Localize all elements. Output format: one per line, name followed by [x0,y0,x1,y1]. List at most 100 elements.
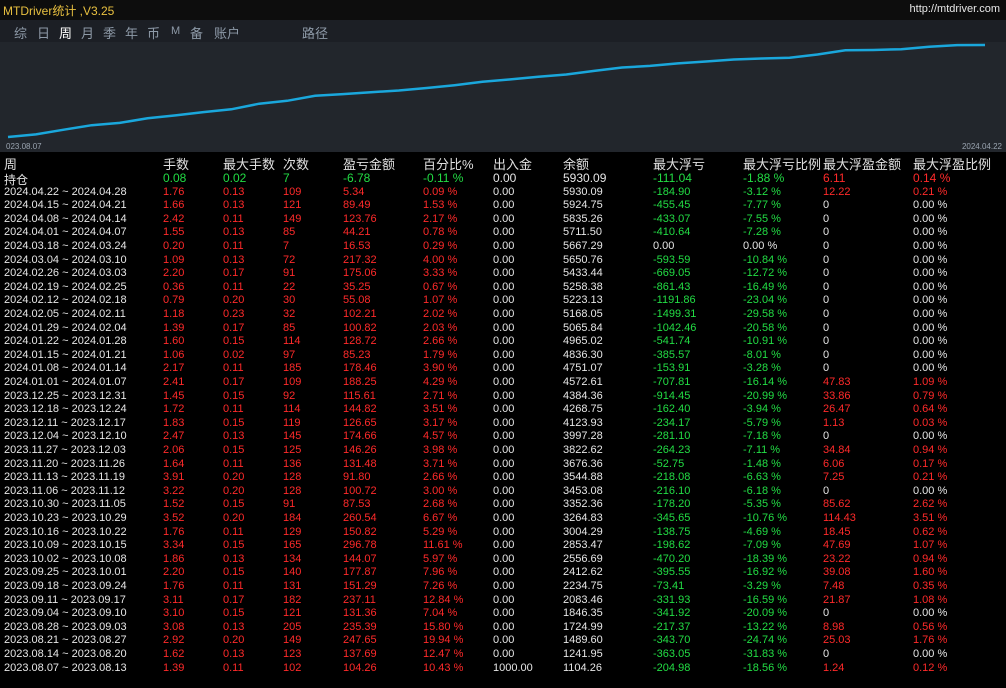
cell-max-dd: -204.98 [653,661,691,674]
cell-pnl: 89.49 [343,199,371,212]
cell-pct: 2.68 % [423,498,458,511]
cell-max-lots: 0.15 [223,607,245,620]
cell-max-fp: 47.69 [823,539,851,552]
tab-currency[interactable]: 币 [147,23,160,42]
cell-count: 128 [283,484,302,497]
cell-max-dd-pct: -1.48 % [743,457,781,470]
cell-flow: 0.00 [493,239,515,252]
tab-path[interactable]: 路径 [302,23,328,42]
period-tab-bar: 综 日 周 月 季 年 币 M 备 账户 路径 [0,20,1006,42]
cell-count: 131 [283,579,302,592]
cell-pnl: 144.07 [343,552,377,565]
cell-pnl: 177.87 [343,566,377,579]
cell-flow: 0.00 [493,348,515,361]
cell-flow: 0.00 [493,212,515,225]
cell-pct: 3.33 % [423,267,458,280]
cell-max-lots: 0.02 [223,171,247,185]
cell-lots: 1.55 [163,226,185,239]
cell-max-fp: 23.22 [823,552,851,565]
cell-max-fp: 0 [823,348,830,361]
cell-max-dd: -1191.86 [653,294,696,307]
cell-max-fp: 0 [823,280,830,293]
cell-pnl: 35.25 [343,280,371,293]
cell-lots: 2.20 [163,267,185,280]
cell-pct: 1.07 % [423,294,458,307]
tab-weekly[interactable]: 周 [59,23,72,42]
tab-m[interactable]: M [171,25,180,37]
cell-flow: 0.00 [493,362,515,375]
cell-max-dd-pct: -1.88 % [743,171,785,185]
cell-balance: 4751.07 [563,362,603,375]
x-end-label: 2024.04.22 [962,142,1003,151]
table-row-holding: 持仓 0.08 0.02 7 -6.78 -0.11 % 0.00 5930.09 -111.0… [0,171,1006,187]
cell-balance: 5065.84 [563,321,603,334]
table-row: 2023.12.25 ~ 2023.12.31 1.45 0.15 92 115.61 2… [0,390,1006,404]
cell-max-dd: -73.41 [653,579,685,592]
cell-count: 114 [283,403,301,416]
cell-pct: 3.71 % [423,457,458,470]
cell-week: 2023.08.28 ~ 2023.09.03 [4,620,127,633]
cell-max-lots: 0.11 [223,403,244,416]
cell-flow: 0.00 [493,552,515,565]
cell-max-dd: -541.74 [653,335,691,348]
x-start-label: 023.08.07 [6,142,42,151]
website-link[interactable]: http://mtdriver.com [910,3,1000,15]
tab-quarterly[interactable]: 季 [103,23,116,42]
cell-pnl: 137.69 [343,647,377,660]
tab-account[interactable]: 账户 [214,23,240,42]
cell-lots: 0.79 [163,294,185,307]
cell-max-dd: -178.20 [653,498,691,511]
cell-flow: 0.00 [493,307,515,320]
cell-flow: 0.00 [493,620,515,633]
cell-flow: 0.00 [493,253,515,266]
tab-summary[interactable]: 综 [14,23,27,42]
cell-max-fp-pct: 0.00 % [913,321,948,334]
cell-lots: 2.06 [163,443,185,456]
cell-max-dd: -264.23 [653,443,691,456]
cell-max-dd-pct: -7.18 % [743,430,781,443]
tab-daily[interactable]: 日 [37,23,50,42]
cell-flow: 0.00 [493,171,517,185]
tab-notes[interactable]: 备 [190,23,203,42]
cell-pct: 7.26 % [423,579,458,592]
cell-max-dd-pct: -13.22 % [743,620,788,633]
cell-flow: 0.00 [493,566,515,579]
cell-max-fp-pct: 0.64 % [913,403,948,416]
cell-max-dd-pct: -8.01 % [743,348,781,361]
cell-count: 109 [283,185,302,198]
cell-balance: 3264.83 [563,511,603,524]
cell-pnl: 128.72 [343,335,377,348]
cell-flow: 0.00 [493,484,515,497]
cell-pct: 0.09 % [423,185,458,198]
cell-max-dd-pct: -20.99 % [743,389,788,402]
cell-max-fp: 1.13 [823,416,845,429]
cell-max-dd-pct: -18.39 % [743,552,788,565]
cell-lots: 1.76 [163,579,185,592]
cell-balance: 5711.50 [563,226,602,239]
cell-count: 92 [283,389,296,402]
cell-max-lots: 0.20 [223,471,245,484]
cell-pnl: 104.26 [343,661,377,674]
cell-flow: 0.00 [493,416,515,429]
cell-max-dd-pct: -7.55 % [743,212,781,225]
cell-max-fp-pct: 0.94 % [913,552,948,565]
tab-monthly[interactable]: 月 [81,23,94,42]
cell-max-dd: -470.20 [653,552,691,565]
cell-max-lots: 0.23 [223,307,245,320]
cell-balance: 5930.09 [563,171,607,185]
table-row: 2024.04.22 ~ 2024.04.28 1.76 0.13 109 5.34 0.… [0,186,1006,200]
cell-balance: 3004.29 [563,525,603,538]
cell-balance: 3544.88 [563,471,603,484]
tab-yearly[interactable]: 年 [125,23,138,42]
cell-pnl: 151.29 [343,579,377,592]
cell-max-dd-pct: -3.29 % [743,579,781,592]
cell-max-fp-pct: 1.76 % [913,634,948,647]
cell-pct: 3.51 % [423,403,458,416]
cell-pnl: 126.65 [343,416,377,429]
cell-pct: 12.47 % [423,647,464,660]
cell-max-lots: 0.13 [223,199,245,212]
app-title: MTDriver统计 ,V3.25 [3,4,115,18]
cell-count: 121 [283,607,302,620]
cell-balance: 2853.47 [563,539,603,552]
cell-week: 2023.11.06 ~ 2023.11.12 [4,484,126,497]
